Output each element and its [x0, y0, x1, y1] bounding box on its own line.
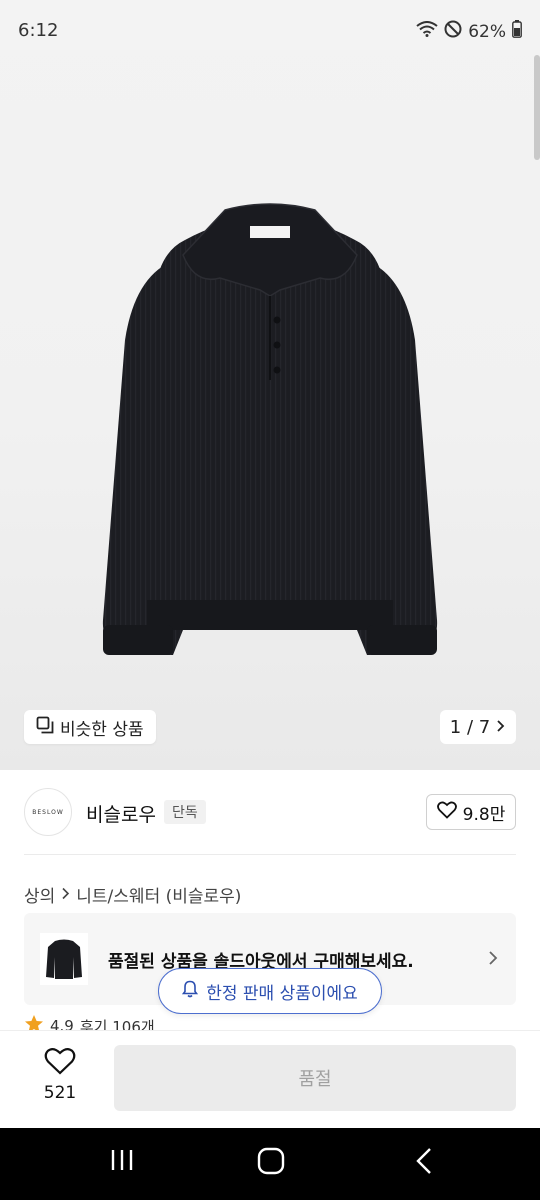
brand-like-button[interactable]: 9.8만 — [426, 794, 516, 830]
battery-icon — [512, 20, 522, 43]
breadcrumb: 상의 니트/스웨터 (비슬로우) — [24, 882, 241, 907]
recent-apps-icon[interactable] — [108, 1146, 136, 1178]
system-navigation-bar — [0, 1128, 540, 1200]
status-bar: 6:12 62% — [0, 0, 540, 62]
product-image-gallery[interactable]: 6:12 62% 비슷한 상품 1 / 7 — [0, 0, 540, 770]
chevron-right-icon — [496, 717, 506, 738]
product-thumbnail — [40, 933, 88, 985]
wifi-icon — [416, 21, 438, 42]
wishlist-count: 521 — [43, 1083, 77, 1103]
image-counter-text: 1 / 7 — [449, 716, 491, 738]
breadcrumb-category[interactable]: 상의 — [24, 882, 55, 907]
home-icon[interactable] — [256, 1146, 286, 1180]
heart-icon — [436, 801, 457, 824]
do-not-disturb-icon — [444, 20, 462, 43]
similar-products-button[interactable]: 비슷한 상품 — [24, 710, 156, 744]
sweater-product-photo — [102, 203, 438, 655]
exclusive-badge: 단독 — [164, 800, 206, 824]
product-detail-screen: 6:12 62% 비슷한 상품 1 / 7 BESLOW 비슬로우 단독 9.8… — [0, 0, 540, 1200]
image-counter-button[interactable]: 1 / 7 — [440, 710, 516, 744]
back-icon[interactable] — [412, 1146, 436, 1180]
battery-level: 62% — [468, 21, 506, 42]
wishlist-button[interactable]: 521 — [36, 1047, 84, 1103]
chevron-right-icon — [488, 947, 498, 971]
chevron-right-icon — [61, 885, 70, 905]
brand-logo[interactable]: BESLOW — [24, 788, 72, 836]
bottom-action-bar: 521 품절 — [0, 1030, 540, 1128]
brand-logo-text: BESLOW — [32, 808, 64, 816]
copy-icon — [36, 716, 54, 739]
bell-icon — [182, 980, 199, 1003]
brand-row: BESLOW 비슬로우 단독 9.8만 — [24, 788, 516, 838]
sold-out-label: 품절 — [298, 1069, 332, 1090]
limited-sale-toast: 한정 판매 상품이에요 — [158, 968, 382, 1014]
scroll-indicator — [534, 55, 540, 160]
brand-like-count: 9.8만 — [462, 804, 506, 825]
brand-name[interactable]: 비슬로우 — [86, 800, 156, 827]
breadcrumb-subcategory[interactable]: 니트/스웨터 (비슬로우) — [76, 882, 241, 907]
sold-out-button[interactable]: 품절 — [114, 1045, 516, 1111]
divider — [24, 854, 516, 855]
similar-products-label: 비슷한 상품 — [60, 719, 144, 740]
toast-message: 한정 판매 상품이에요 — [206, 983, 358, 1004]
heart-icon — [44, 1047, 76, 1079]
status-time: 6:12 — [18, 20, 59, 41]
